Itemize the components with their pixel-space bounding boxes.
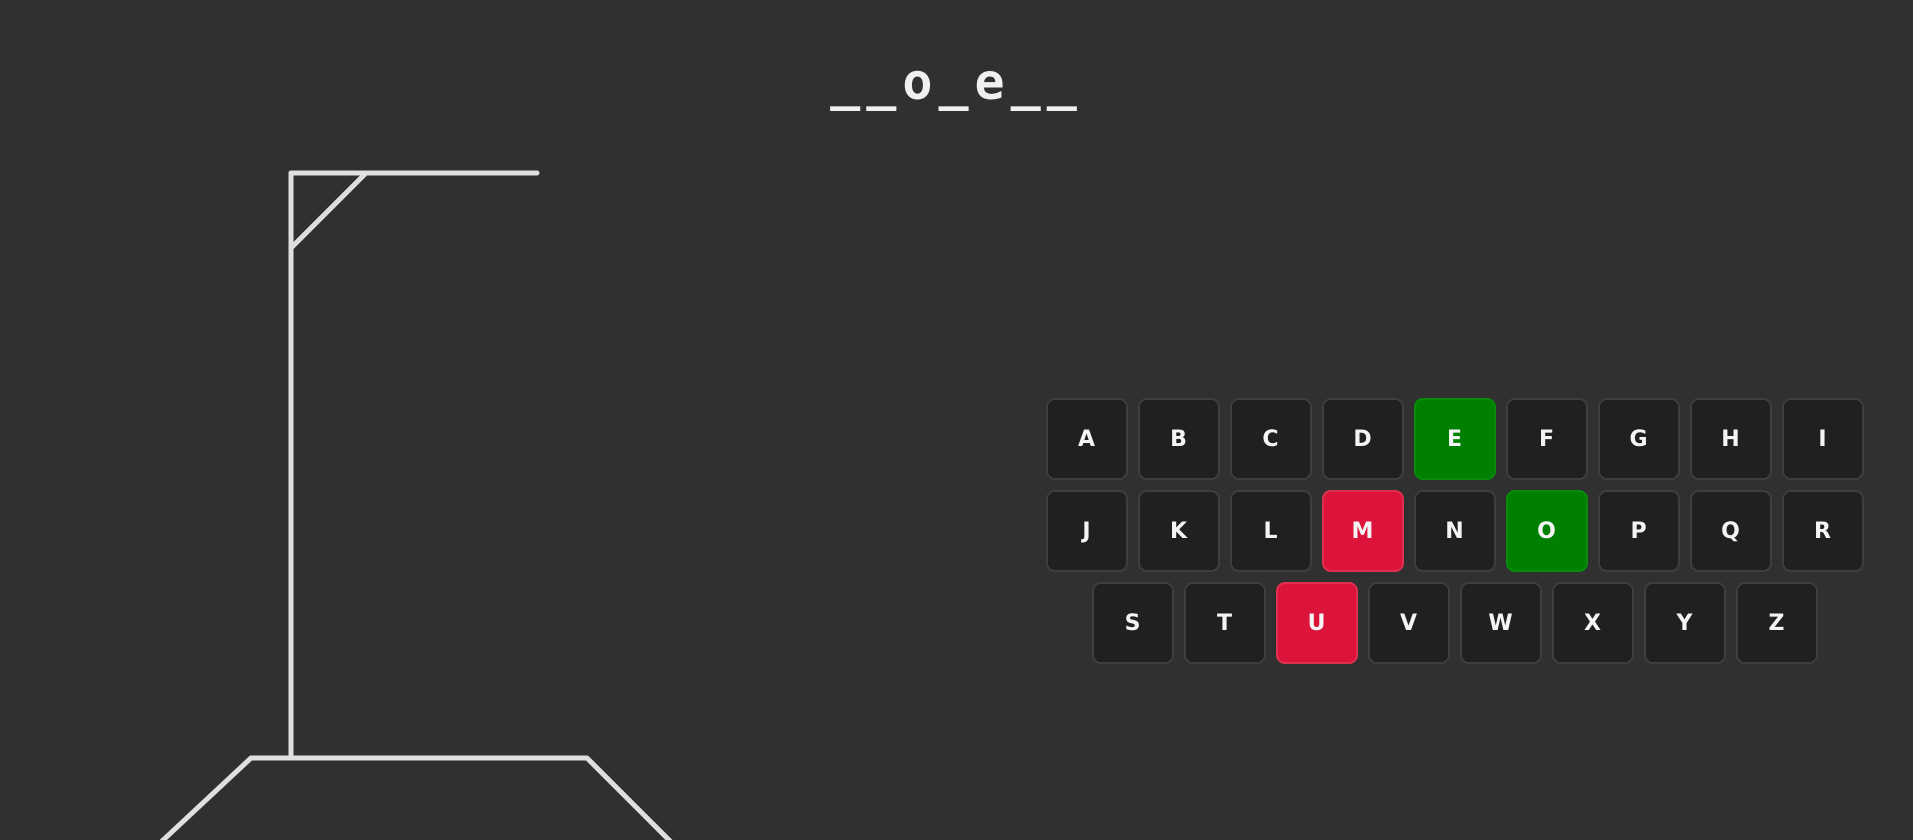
gallows-drawing: [159, 170, 673, 840]
letter-key-m[interactable]: M: [1321, 490, 1404, 572]
letter-key-o[interactable]: O: [1505, 490, 1588, 572]
letter-key-e[interactable]: E: [1413, 398, 1496, 480]
letter-key-y[interactable]: Y: [1643, 582, 1726, 664]
letter-key-r[interactable]: R: [1781, 490, 1864, 572]
keyboard-row: ABCDEFGHI: [1043, 398, 1866, 480]
keyboard-row: STUVWXYZ: [1043, 582, 1866, 664]
keyboard-row: JKLMNOPQR: [1043, 490, 1866, 572]
hangman-game: __o_e__ ABCDEFGHIJKLMNOPQRSTUVWXYZ: [0, 0, 1913, 840]
letter-key-h[interactable]: H: [1689, 398, 1772, 480]
letter-key-d[interactable]: D: [1321, 398, 1404, 480]
gallows-brace: [288, 170, 369, 251]
letter-key-p[interactable]: P: [1597, 490, 1680, 572]
letter-keyboard: ABCDEFGHI JKLMNOPQR STUVWXYZ: [1043, 398, 1866, 674]
letter-key-t[interactable]: T: [1183, 582, 1266, 664]
letter-key-f[interactable]: F: [1505, 398, 1588, 480]
letter-key-q[interactable]: Q: [1689, 490, 1772, 572]
letter-key-j[interactable]: J: [1045, 490, 1128, 572]
letter-key-w[interactable]: W: [1459, 582, 1542, 664]
letter-key-c[interactable]: C: [1229, 398, 1312, 480]
letter-key-v[interactable]: V: [1367, 582, 1450, 664]
letter-key-x[interactable]: X: [1551, 582, 1634, 664]
letter-key-i[interactable]: I: [1781, 398, 1864, 480]
letter-key-g[interactable]: G: [1597, 398, 1680, 480]
letter-key-b[interactable]: B: [1137, 398, 1220, 480]
letter-key-n[interactable]: N: [1413, 490, 1496, 572]
letter-key-k[interactable]: K: [1137, 490, 1220, 572]
gallows-base: [159, 755, 673, 840]
letter-key-u[interactable]: U: [1275, 582, 1358, 664]
letter-key-s[interactable]: S: [1091, 582, 1174, 664]
letter-key-l[interactable]: L: [1229, 490, 1312, 572]
letter-key-a[interactable]: A: [1045, 398, 1128, 480]
letter-key-z[interactable]: Z: [1735, 582, 1818, 664]
